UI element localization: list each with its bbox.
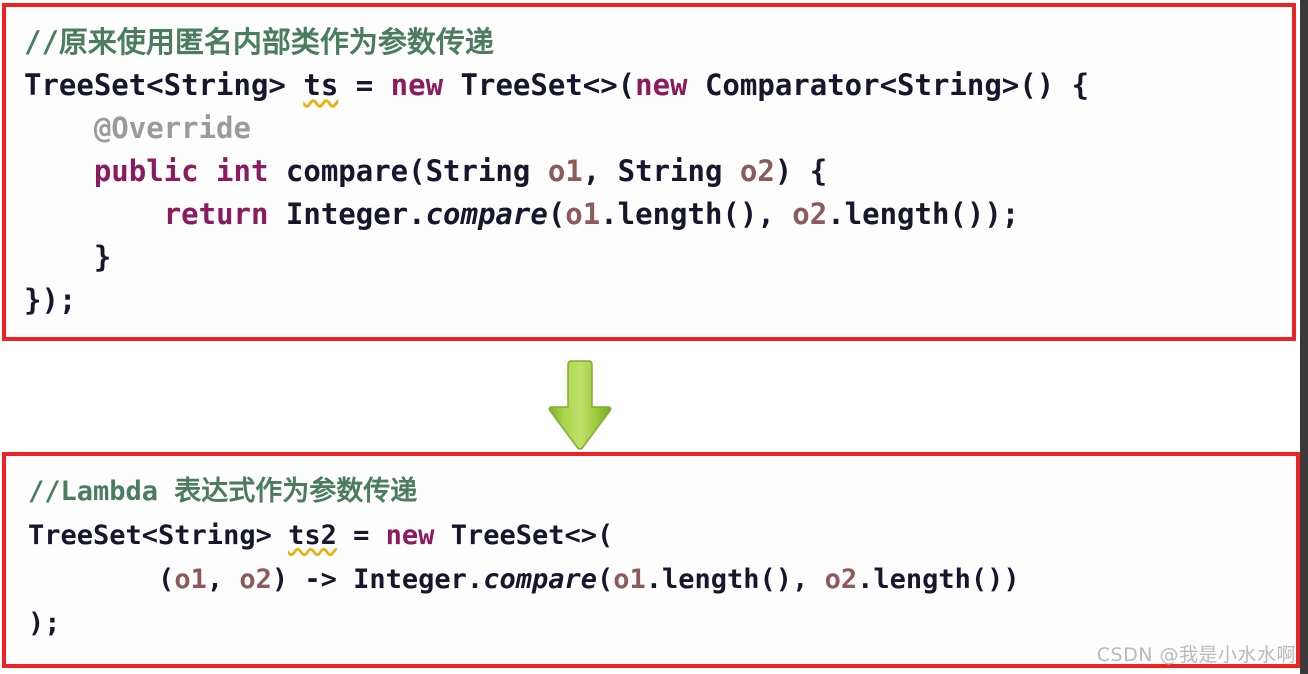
line-comment: //原来使用匿名内部类作为参数传递 [24,21,1089,64]
code-token: Comparator<String>() { [687,68,1090,102]
screenshot-canvas: //原来使用匿名内部类作为参数传递 TreeSet<String> ts = ne… [0,0,1308,674]
down-arrow-svg [548,360,612,450]
code-token: o2 [792,197,828,231]
code-token: .length()); [827,197,1020,231]
line-declare: TreeSet<String> ts2 = new TreeSet<>( [28,514,1020,558]
code-token: Integer. [268,197,426,231]
code-token: compare(String [268,154,548,188]
code-token: ( [596,564,614,595]
code-token: TreeSet<String> [28,520,289,551]
line-return: return Integer.compare(o1.length(), o2.l… [24,193,1089,236]
line-close-stmt: ); [28,602,1020,646]
code-token: compare [483,564,597,595]
line-declare: TreeSet<String> ts = new TreeSet<>(new C… [24,64,1089,107]
line-comment: //Lambda 表达式作为参数传递 [28,470,1020,514]
code-token: ts2 [288,520,337,551]
code-token: = [338,68,391,102]
code-token: @Override [24,111,251,145]
code-token: .length()) [857,564,1020,595]
line-close-stmt: }); [24,279,1089,322]
code-token: } [24,240,112,274]
code-token: //Lambda [28,476,159,507]
code-token: o1 [613,564,646,595]
code-block-lambda-expression: //Lambda 表达式作为参数传递 TreeSet<String> ts2 = … [2,452,1300,668]
line-close-method: } [24,236,1089,279]
code-token: o1 [174,564,207,595]
code-token: = [336,520,386,551]
code-token: o2 [824,564,858,595]
code-token: o2 [739,154,775,188]
code-token: o1 [565,197,601,231]
code-token: .length(), [645,564,825,595]
line-lambda: (o1, o2) -> Integer.compare(o1.length(),… [28,558,1020,602]
code-token: ) { [774,154,828,188]
code-token: , String [582,154,740,188]
code-token: o2 [239,564,272,595]
code-token: TreeSet<String> [24,68,304,102]
line-override: @Override [24,107,1089,150]
code-token: ( [28,564,175,595]
line-method: public int compare(String o1, String o2)… [24,150,1089,193]
code-lines-lambda: //Lambda 表达式作为参数传递 TreeSet<String> ts2 = … [6,456,1020,646]
code-token: TreeSet<>( [434,520,614,551]
code-token: TreeSet<>( [443,68,636,102]
right-edge-strip [1300,0,1308,674]
code-token: 表达式作为参数传递 [158,476,418,507]
code-token: o1 [547,154,583,188]
code-token: //原来使用匿名内部类作为参数传递 [24,25,494,59]
code-token: ) -> Integer. [271,564,484,595]
code-token: ); [28,608,61,639]
code-token: new [390,68,444,102]
code-block-anonymous-inner-class: //原来使用匿名内部类作为参数传递 TreeSet<String> ts = ne… [2,3,1296,341]
code-token: new [635,68,688,102]
code-token: return [163,197,269,231]
code-token: ts [303,68,339,102]
down-arrow-icon [545,357,615,453]
csdn-watermark: CSDN @我是小水水啊 [1096,644,1296,666]
code-token: ( [547,197,566,231]
code-token: new [385,520,435,551]
code-token: .length(), [600,197,793,231]
code-lines-anonymous: //原来使用匿名内部类作为参数传递 TreeSet<String> ts = ne… [6,7,1089,322]
code-token: }); [24,283,77,317]
code-token: public int [93,154,269,188]
code-token: , [206,564,240,595]
code-token: compare [425,197,548,231]
